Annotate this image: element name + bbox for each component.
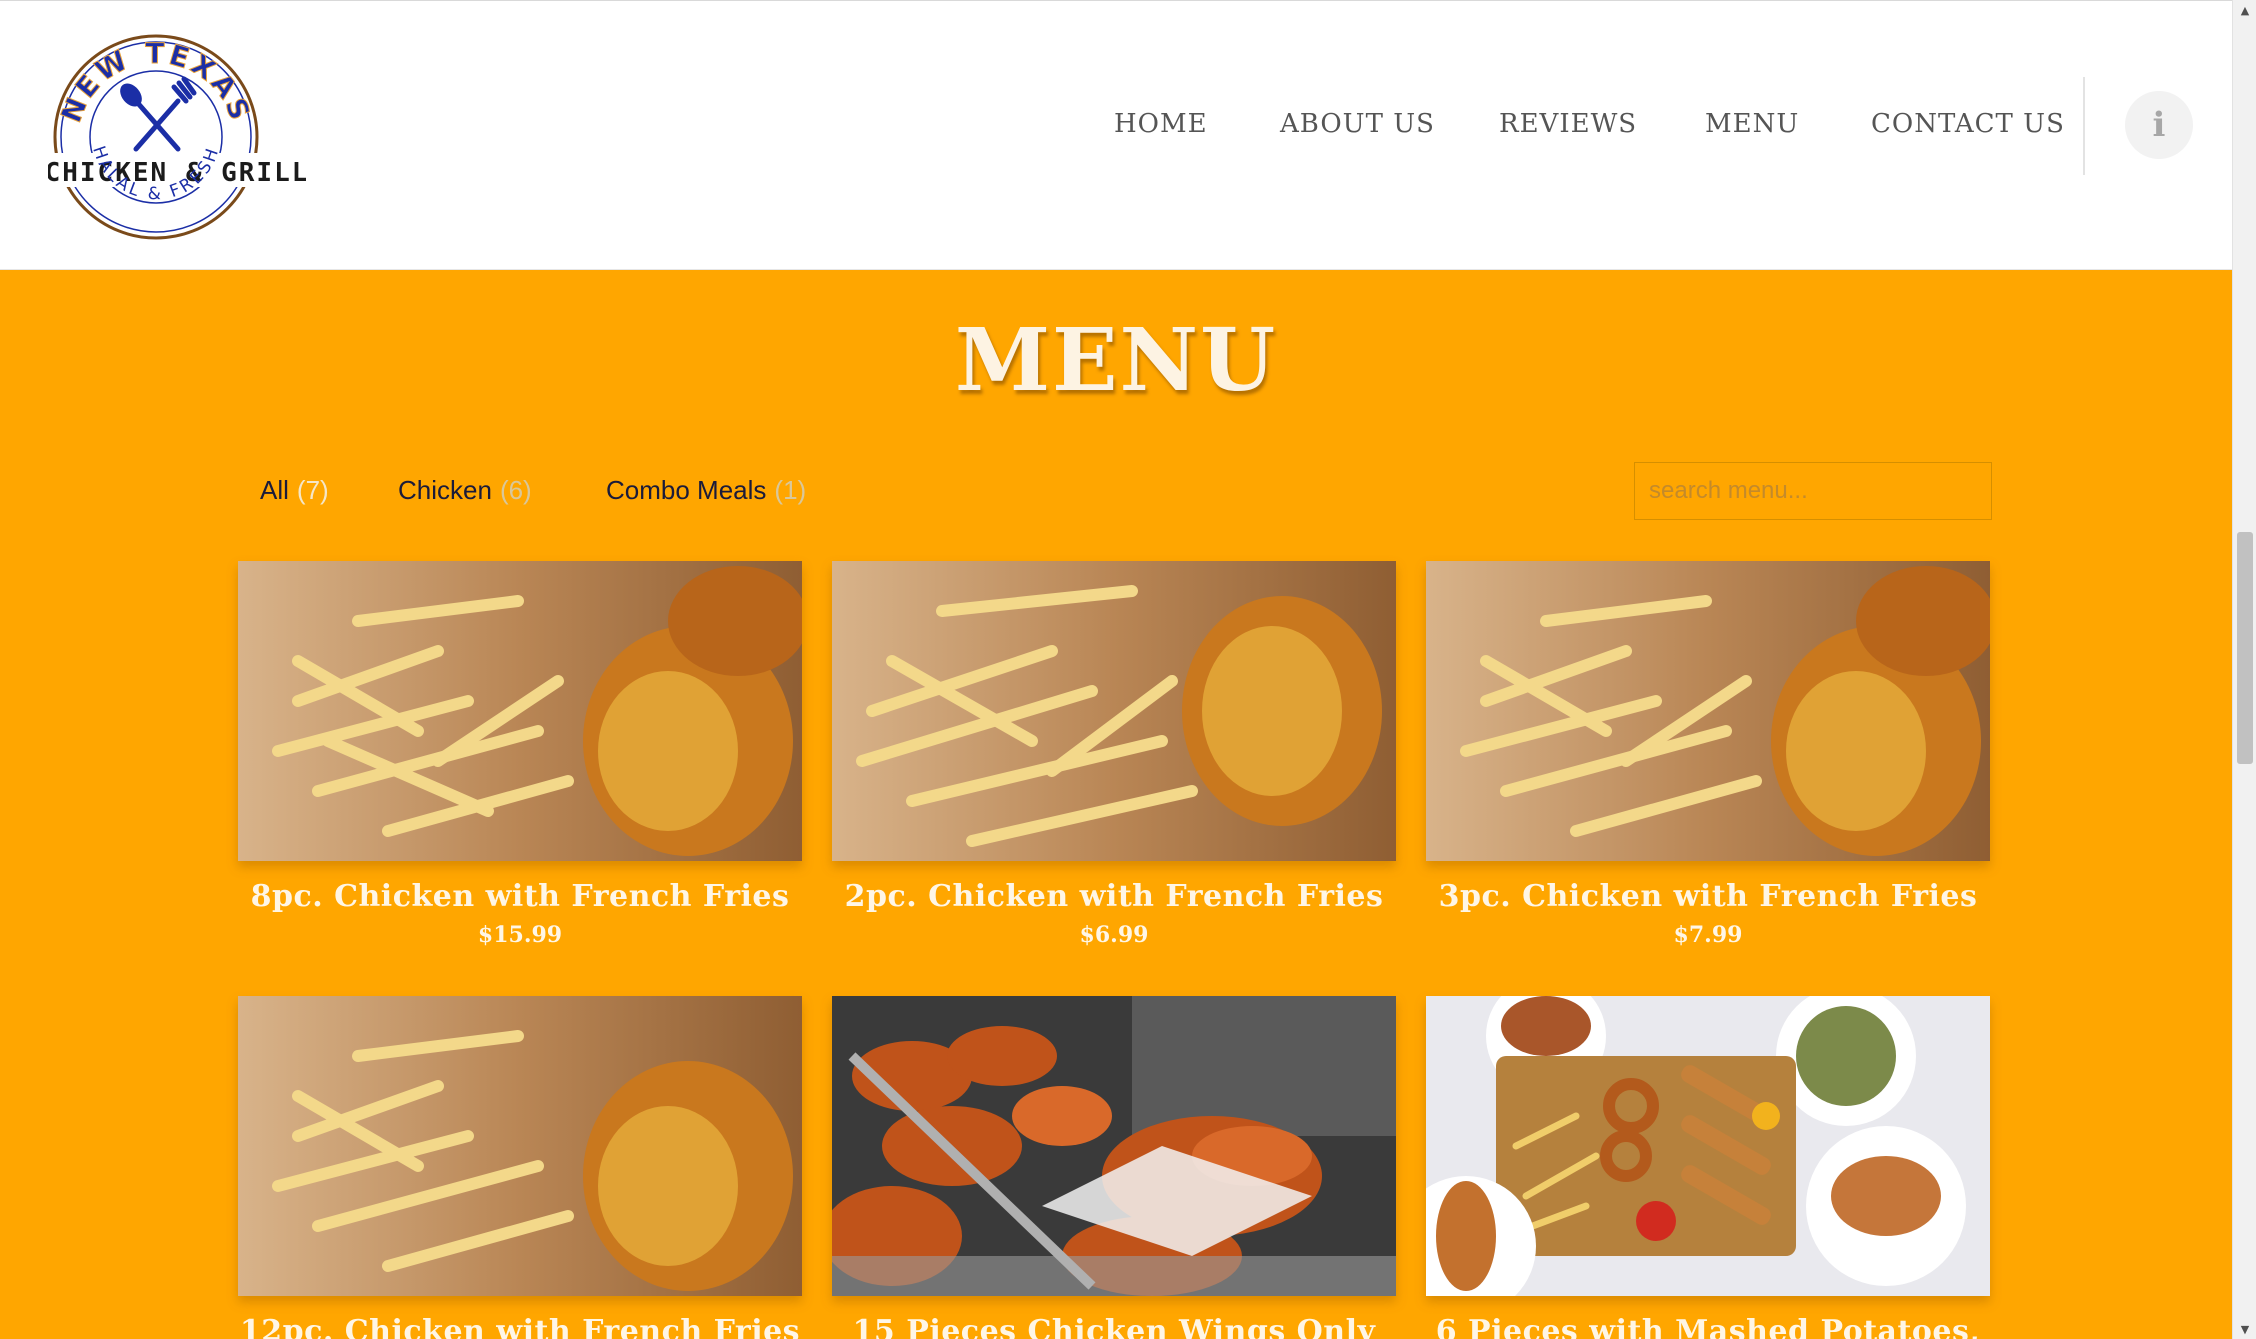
scroll-up-icon[interactable]: ▲ xyxy=(2233,0,2256,20)
search-menu-input[interactable] xyxy=(1634,462,1992,520)
menu-item-card[interactable]: 15 Pieces Chicken Wings Only xyxy=(832,996,1396,1339)
brand-logo[interactable]: NEW TEXAS CHICKEN & GRILL HALAL & FRESH xyxy=(45,31,307,243)
page-scrollbar[interactable]: ▲ ▼ xyxy=(2232,0,2256,1339)
menu-section: MENU All(7) Chicken(6) Combo Meals(1) xyxy=(0,270,2232,1339)
menu-item-card[interactable]: 6 Pieces with Mashed Potatoes, xyxy=(1426,996,1990,1339)
menu-item-name[interactable]: 2pc. Chicken with French Fries xyxy=(832,879,1396,914)
filter-count: (1) xyxy=(774,475,807,505)
menu-item-card[interactable]: 8pc. Chicken with French Fries $15.99 xyxy=(238,561,802,948)
filter-label: Chicken xyxy=(398,475,492,505)
nav-reviews[interactable]: REVIEWS xyxy=(1499,104,1637,144)
info-button[interactable]: i xyxy=(2125,91,2193,159)
scroll-down-icon[interactable]: ▼ xyxy=(2233,1319,2256,1339)
menu-item-price: $6.99 xyxy=(1079,922,1149,948)
menu-item-card[interactable]: 2pc. Chicken with French Fries $6.99 xyxy=(832,561,1396,948)
filter-count: (6) xyxy=(499,475,532,505)
nav-menu[interactable]: MENU xyxy=(1705,104,1799,144)
menu-item-name[interactable]: 6 Pieces with Mashed Potatoes, xyxy=(1426,1314,1990,1339)
nav-home[interactable]: HOME xyxy=(1114,104,1208,144)
food-photo[interactable] xyxy=(1426,561,1990,861)
filter-chicken[interactable]: Chicken (6) xyxy=(398,470,532,510)
nav-about-us[interactable]: ABOUT US xyxy=(1280,104,1435,144)
nav-contact-us[interactable]: CONTACT US xyxy=(1871,104,2065,144)
menu-item-name[interactable]: 8pc. Chicken with French Fries xyxy=(238,879,802,914)
food-photo[interactable] xyxy=(238,561,802,861)
filter-label: Combo Meals xyxy=(606,475,767,505)
food-photo[interactable] xyxy=(832,561,1396,861)
menu-item-price: $15.99 xyxy=(477,922,563,948)
menu-item-card[interactable]: 3pc. Chicken with French Fries $7.99 xyxy=(1426,561,1990,948)
food-photo[interactable] xyxy=(832,996,1396,1296)
menu-item-card[interactable]: 12pc. Chicken with French Fries xyxy=(238,996,802,1339)
nav-divider xyxy=(2083,77,2085,175)
food-photo[interactable] xyxy=(238,996,802,1296)
filter-all[interactable]: All (7) xyxy=(260,470,329,510)
menu-title: MENU xyxy=(954,310,1278,411)
menu-item-name[interactable]: 3pc. Chicken with French Fries xyxy=(1426,879,1990,914)
scrollbar-thumb[interactable] xyxy=(2237,532,2253,764)
food-photo[interactable] xyxy=(1426,996,1990,1296)
filter-count: (7) xyxy=(296,475,329,505)
site-header: NEW TEXAS CHICKEN & GRILL HALAL & FRESH … xyxy=(0,0,2232,270)
info-icon: i xyxy=(2152,105,2166,145)
menu-item-name[interactable]: 15 Pieces Chicken Wings Only xyxy=(832,1314,1396,1339)
filter-combo-meals[interactable]: Combo Meals (1) xyxy=(606,470,806,510)
filter-label: All xyxy=(260,475,289,505)
menu-item-name[interactable]: 12pc. Chicken with French Fries xyxy=(238,1314,802,1339)
menu-item-price: $7.99 xyxy=(1673,922,1743,948)
